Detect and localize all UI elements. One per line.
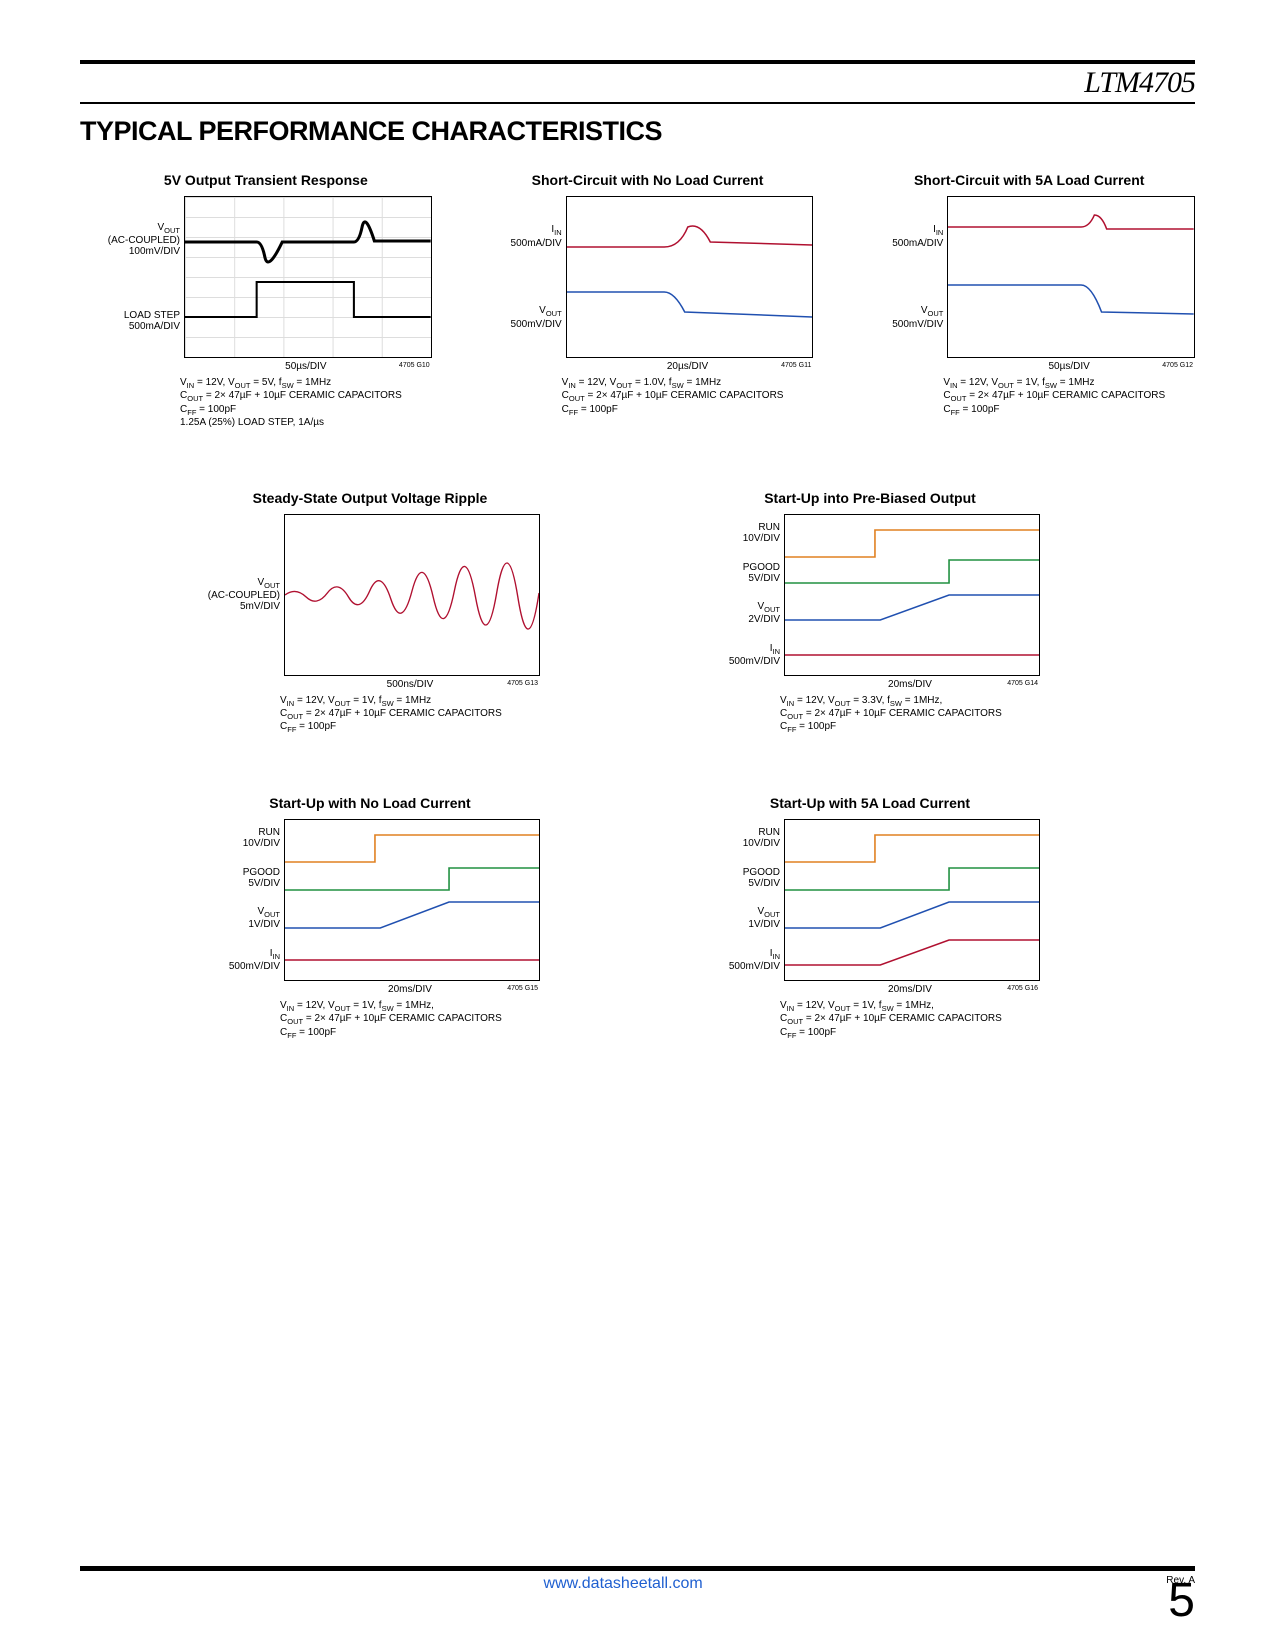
chart-row-2: Steady-State Output Voltage Ripple VOUT(… — [80, 490, 1195, 735]
part-number: LTM4705 — [80, 66, 1195, 100]
chart-title: Start-Up with 5A Load Current — [700, 795, 1040, 811]
plot-area — [184, 196, 432, 358]
chart-conditions: VIN = 12V, VOUT = 1V, fSW = 1MHzCOUT = 2… — [280, 695, 540, 735]
y-axis-label: PGOOD5V/DIV — [200, 867, 280, 889]
y-labels: VOUT(AC-COUPLED)5mV/DIV — [200, 514, 284, 676]
section-title: TYPICAL PERFORMANCE CHARACTERISTICS — [80, 116, 1195, 147]
y-axis-label: VOUT(AC-COUPLED)100mV/DIV — [100, 222, 180, 257]
chart-title: 5V Output Transient Response — [100, 172, 432, 188]
y-axis-label: RUN10V/DIV — [700, 827, 780, 849]
scope-chart: 5V Output Transient Response VOUT(AC-COU… — [100, 172, 432, 430]
scope-chart: Start-Up with No Load Current RUN10V/DIV… — [200, 795, 540, 1040]
chart-title: Short-Circuit with 5A Load Current — [863, 172, 1195, 188]
y-labels: VOUT(AC-COUPLED)100mV/DIV LOAD STEP500mA/… — [100, 196, 184, 358]
y-axis-label: RUN10V/DIV — [200, 827, 280, 849]
chart-row-1: 5V Output Transient Response VOUT(AC-COU… — [80, 172, 1195, 430]
y-labels: IIN500mA/DIV VOUT500mV/DIV — [482, 196, 566, 358]
y-axis-label: PGOOD5V/DIV — [700, 867, 780, 889]
chart-conditions: VIN = 12V, VOUT = 1.0V, fSW = 1MHzCOUT =… — [562, 377, 814, 417]
plot-area — [784, 514, 1040, 676]
chart-conditions: VIN = 12V, VOUT = 5V, fSW = 1MHzCOUT = 2… — [180, 377, 432, 430]
chart-conditions: VIN = 12V, VOUT = 3.3V, fSW = 1MHz,COUT … — [780, 695, 1040, 735]
plot-area — [784, 819, 1040, 981]
y-axis-label: IIN500mV/DIV — [700, 643, 780, 667]
scope-chart: Start-Up into Pre-Biased Output RUN10V/D… — [700, 490, 1040, 735]
plot-area — [284, 514, 540, 676]
scope-chart: Start-Up with 5A Load Current RUN10V/DIV… — [700, 795, 1040, 1040]
chart-conditions: VIN = 12V, VOUT = 1V, fSW = 1MHz,COUT = … — [780, 1000, 1040, 1040]
scope-chart: Short-Circuit with 5A Load Current IIN50… — [863, 172, 1195, 430]
chart-title: Start-Up with No Load Current — [200, 795, 540, 811]
y-axis-label: PGOOD5V/DIV — [700, 562, 780, 584]
y-axis-label: VOUT(AC-COUPLED)5mV/DIV — [200, 577, 280, 612]
y-axis-label: VOUT500mV/DIV — [863, 305, 943, 329]
plot-area — [947, 196, 1195, 358]
page-footer: www.datasheetall.com Rev. A 5 — [80, 1566, 1195, 1620]
scope-chart: Steady-State Output Voltage Ripple VOUT(… — [200, 490, 540, 735]
chart-conditions: VIN = 12V, VOUT = 1V, fSW = 1MHz,COUT = … — [280, 1000, 540, 1040]
y-axis-label: LOAD STEP500mA/DIV — [100, 310, 180, 332]
plot-area — [566, 196, 814, 358]
y-labels: IIN500mA/DIV VOUT500mV/DIV — [863, 196, 947, 358]
chart-title: Steady-State Output Voltage Ripple — [200, 490, 540, 506]
page-header: LTM4705 — [80, 60, 1195, 104]
y-axis-label: VOUT500mV/DIV — [482, 305, 562, 329]
page-number: 5 — [1166, 1582, 1195, 1620]
y-axis-label: VOUT2V/DIV — [700, 601, 780, 625]
chart-conditions: VIN = 12V, VOUT = 1V, fSW = 1MHzCOUT = 2… — [943, 377, 1195, 417]
chart-row-3: Start-Up with No Load Current RUN10V/DIV… — [80, 795, 1195, 1040]
scope-chart: Short-Circuit with No Load Current IIN50… — [482, 172, 814, 430]
y-axis-label: IIN500mA/DIV — [482, 224, 562, 248]
y-labels: RUN10V/DIV PGOOD5V/DIV VOUT1V/DIV IIN500mV/… — [700, 819, 784, 981]
y-axis-label: RUN10V/DIV — [700, 522, 780, 544]
y-axis-label: VOUT1V/DIV — [200, 906, 280, 930]
chart-title: Start-Up into Pre-Biased Output — [700, 490, 1040, 506]
y-labels: RUN10V/DIV PGOOD5V/DIV VOUT2V/DIV IIN500mV/… — [700, 514, 784, 676]
y-axis-label: VOUT1V/DIV — [700, 906, 780, 930]
y-labels: RUN10V/DIV PGOOD5V/DIV VOUT1V/DIV IIN500mV/… — [200, 819, 284, 981]
y-axis-label: IIN500mV/DIV — [200, 948, 280, 972]
y-axis-label: IIN500mA/DIV — [863, 224, 943, 248]
chart-title: Short-Circuit with No Load Current — [482, 172, 814, 188]
footer-link[interactable]: www.datasheetall.com — [544, 1575, 703, 1593]
y-axis-label: IIN500mV/DIV — [700, 948, 780, 972]
plot-area — [284, 819, 540, 981]
